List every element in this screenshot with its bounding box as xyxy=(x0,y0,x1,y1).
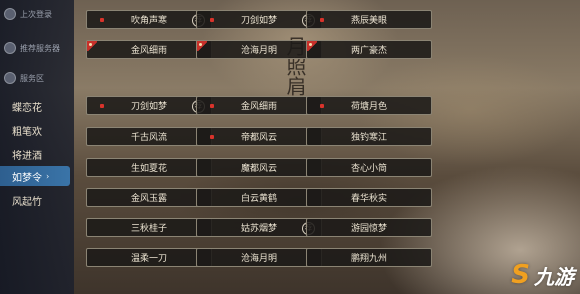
sidebar-item-label: 上次登录 xyxy=(20,9,52,19)
server-button[interactable]: 游园惊梦 xyxy=(306,218,432,237)
category-label: 将进酒 xyxy=(12,150,42,162)
server-button[interactable]: 温柔一刀 xyxy=(86,248,212,267)
server-name: 金风玉露 xyxy=(130,194,167,204)
server-name: 千古风流 xyxy=(130,133,167,143)
server-button[interactable]: 千古风流 xyxy=(86,127,212,146)
history-icon xyxy=(4,8,16,20)
new-tag-icon xyxy=(87,41,97,51)
server-button[interactable]: 两广豪杰 xyxy=(306,40,432,59)
new-tag-icon xyxy=(197,41,207,51)
category-tab[interactable]: 将进酒 xyxy=(0,144,70,164)
sidebar-item-recommended[interactable]: 推荐服务器 xyxy=(4,42,60,54)
server-button[interactable]: 沧海月明 xyxy=(196,248,322,267)
server-name: 杏心小简 xyxy=(350,164,387,174)
server-name: 游园惊梦 xyxy=(350,224,387,234)
server-button[interactable]: 荷塘月色 xyxy=(306,96,432,115)
server-name: 生如夏花 xyxy=(130,164,167,174)
server-button[interactable]: 刀剑如梦荐 xyxy=(86,96,212,115)
server-name: 姑苏烟梦 xyxy=(240,224,277,234)
chevron-right-icon: › xyxy=(46,171,50,181)
server-name: 吹角声寒 xyxy=(130,16,167,26)
server-name: 鹏翔九州 xyxy=(350,254,387,264)
status-dot-icon xyxy=(210,104,214,108)
status-dot-icon xyxy=(100,18,104,22)
jiuyou-logo-icon: S xyxy=(511,260,530,290)
server-button[interactable]: 杏心小简 xyxy=(306,158,432,177)
category-tab[interactable]: 粗笔欢 xyxy=(0,120,70,140)
server-name: 独钓寒江 xyxy=(350,133,387,143)
server-name: 沧海月明 xyxy=(240,254,277,264)
server-button[interactable]: 独钓寒江 xyxy=(306,127,432,146)
server-button[interactable]: 姑苏烟梦荐 xyxy=(196,218,322,237)
server-name: 温柔一刀 xyxy=(130,254,167,264)
server-button[interactable]: 燕辰美眼 xyxy=(306,10,432,29)
server-name: 金风细雨 xyxy=(240,102,277,112)
recommend-icon xyxy=(4,42,16,54)
status-dot-icon xyxy=(320,104,324,108)
sidebar-item-label: 服务区 xyxy=(20,73,44,83)
new-tag-icon xyxy=(307,41,317,51)
status-dot-icon xyxy=(210,18,214,22)
server-zone-icon xyxy=(4,72,16,84)
server-button[interactable]: 金风细雨 xyxy=(86,40,212,59)
server-name: 三秋桂子 xyxy=(130,224,167,234)
status-dot-icon xyxy=(210,135,214,139)
category-label: 风起竹 xyxy=(12,196,42,208)
server-sidebar: 上次登录 推荐服务器 服务区 蝶恋花 粗笔欢 将进酒 如梦令 › 风起竹 xyxy=(0,0,74,294)
server-button[interactable]: 沧海月明 xyxy=(196,40,322,59)
sidebar-item-last-login[interactable]: 上次登录 xyxy=(4,8,52,20)
server-name: 沧海月明 xyxy=(240,46,277,56)
server-name: 荷塘月色 xyxy=(350,102,387,112)
status-dot-icon xyxy=(100,104,104,108)
category-label: 如梦令 xyxy=(12,172,42,184)
server-button[interactable]: 吹角声寒荐 xyxy=(86,10,212,29)
sidebar-item-server-zone[interactable]: 服务区 xyxy=(4,72,44,84)
jiuyou-watermark: S 九游 xyxy=(511,260,574,290)
server-name: 两广豪杰 xyxy=(350,46,387,56)
status-dot-icon xyxy=(320,18,324,22)
server-button[interactable]: 帝都风云 xyxy=(196,127,322,146)
category-tab[interactable]: 蝶恋花 xyxy=(0,96,70,116)
server-name: 刀剑如梦 xyxy=(240,16,277,26)
server-button[interactable]: 春华秋实 xyxy=(306,188,432,207)
server-name: 燕辰美眼 xyxy=(350,16,387,26)
server-button[interactable]: 鹏翔九州 xyxy=(306,248,432,267)
category-tab[interactable]: 风起竹 xyxy=(0,190,70,210)
sidebar-item-label: 推荐服务器 xyxy=(20,43,60,53)
server-button[interactable]: 刀剑如梦荐 xyxy=(196,10,322,29)
server-name: 魔都风云 xyxy=(240,164,277,174)
server-button[interactable]: 三秋桂子 xyxy=(86,218,212,237)
server-button[interactable]: 白云黄鹤 xyxy=(196,188,322,207)
server-name: 刀剑如梦 xyxy=(130,102,167,112)
server-name: 金风细雨 xyxy=(130,46,167,56)
category-label: 粗笔欢 xyxy=(12,126,42,138)
server-button[interactable]: 生如夏花 xyxy=(86,158,212,177)
server-button[interactable]: 金风细雨 xyxy=(196,96,322,115)
server-name: 白云黄鹤 xyxy=(240,194,277,204)
server-button[interactable]: 魔都风云 xyxy=(196,158,322,177)
watermark-text: 九游 xyxy=(534,264,574,289)
server-name: 春华秋实 xyxy=(350,194,387,204)
server-name: 帝都风云 xyxy=(240,133,277,143)
category-label: 蝶恋花 xyxy=(12,102,42,114)
category-tab-active[interactable]: 如梦令 › xyxy=(0,166,70,186)
server-button[interactable]: 金风玉露 xyxy=(86,188,212,207)
